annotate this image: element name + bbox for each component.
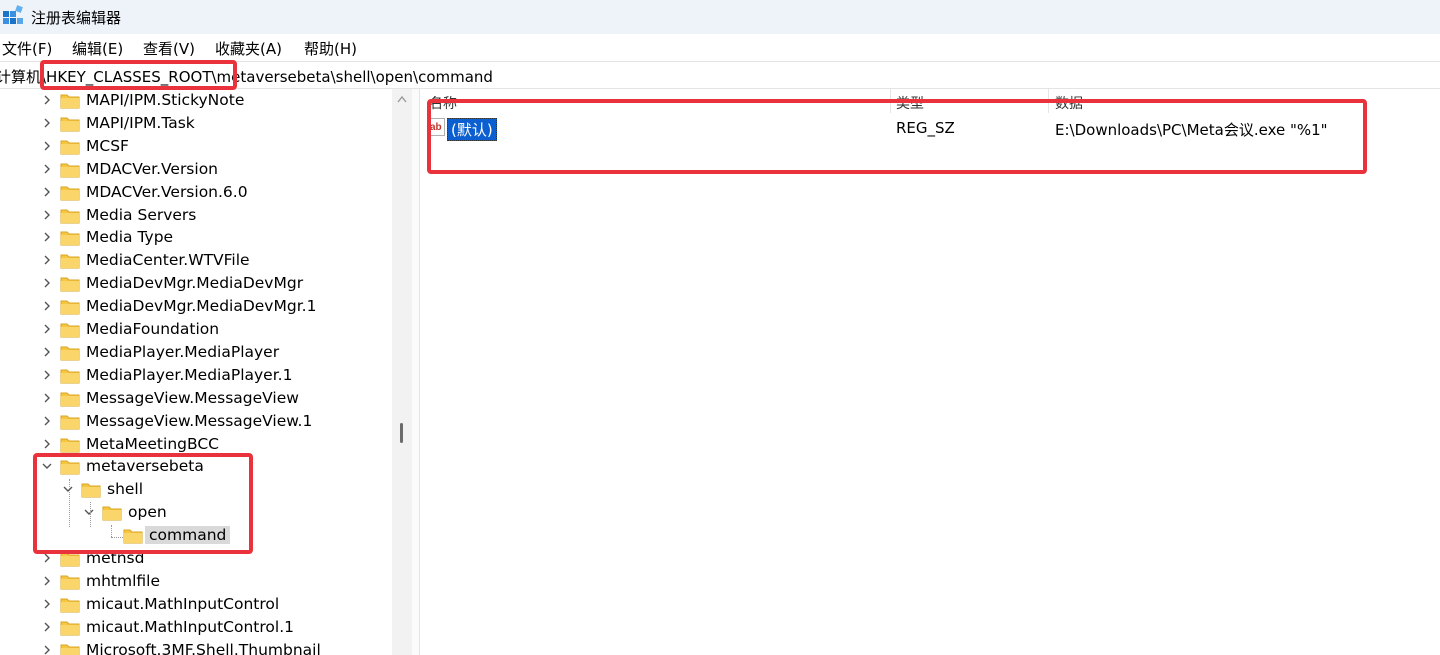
title-bar: 注册表编辑器 <box>0 0 1440 34</box>
tree-item-label[interactable]: MessageView.MessageView.1 <box>86 412 312 430</box>
tree-item-label[interactable]: MediaFoundation <box>86 320 219 338</box>
folder-icon <box>60 392 80 407</box>
chevron-right-icon[interactable] <box>40 391 54 405</box>
chevron-right-icon[interactable] <box>40 368 54 382</box>
folder-icon <box>60 369 80 384</box>
tree-scroll-thumb[interactable] <box>400 423 403 443</box>
tree-item-label[interactable]: MediaCenter.WTVFile <box>86 251 250 269</box>
tree-item[interactable]: MAPI/IPM.StickyNote <box>0 90 392 113</box>
folder-icon <box>60 621 80 636</box>
folder-icon <box>60 438 80 452</box>
tree-item-label[interactable]: mhtmlfile <box>86 572 160 590</box>
chevron-right-icon[interactable] <box>40 345 54 359</box>
chevron-right-icon[interactable] <box>40 230 54 244</box>
folder-icon <box>60 575 80 590</box>
tree-item-label[interactable]: MetaMeetingBCC <box>86 435 219 453</box>
tree-item[interactable]: MediaCenter.WTVFile <box>0 250 392 273</box>
tree-item-label[interactable]: MediaPlayer.MediaPlayer.1 <box>86 366 292 384</box>
menu-file[interactable]: 文件(F) <box>2 38 52 59</box>
chevron-right-icon[interactable] <box>40 93 54 107</box>
chevron-right-icon[interactable] <box>40 299 54 313</box>
folder-icon <box>60 644 80 655</box>
chevron-right-icon[interactable] <box>40 574 54 588</box>
tree-scrollbar[interactable] <box>392 89 412 655</box>
tree-item[interactable]: MessageView.MessageView.1 <box>0 411 392 434</box>
folder-icon <box>60 254 80 269</box>
chevron-right-icon[interactable] <box>40 162 54 176</box>
folder-icon <box>60 163 80 178</box>
tree-item[interactable]: mhtmlfile <box>0 571 392 594</box>
folder-icon <box>60 94 80 109</box>
tree-item-label[interactable]: MAPI/IPM.StickyNote <box>86 91 244 109</box>
chevron-right-icon[interactable] <box>40 437 54 451</box>
highlight-key-path <box>33 453 253 554</box>
tree-item[interactable]: MediaPlayer.MediaPlayer <box>0 342 392 365</box>
tree-item-label[interactable]: Media Servers <box>86 206 196 224</box>
chevron-right-icon[interactable] <box>40 116 54 130</box>
chevron-right-icon[interactable] <box>40 322 54 336</box>
chevron-right-icon[interactable] <box>40 597 54 611</box>
tree-item-label[interactable]: MAPI/IPM.Task <box>86 114 195 132</box>
folder-icon <box>60 231 80 246</box>
menu-view[interactable]: 查看(V) <box>143 38 195 59</box>
tree-item[interactable]: Media Servers <box>0 205 392 228</box>
folder-icon <box>60 140 80 155</box>
folder-icon <box>60 300 80 315</box>
menu-help[interactable]: 帮助(H) <box>304 38 357 59</box>
key-tree: MAPI/IPM.StickyNote MAPI/IPM.Task MCSF MDAC… <box>0 89 412 655</box>
tree-item[interactable]: MediaPlayer.MediaPlayer.1 <box>0 365 392 388</box>
tree-item-label[interactable]: MessageView.MessageView <box>86 389 299 407</box>
chevron-right-icon[interactable] <box>40 139 54 153</box>
folder-icon <box>60 117 80 132</box>
chevron-right-icon[interactable] <box>40 208 54 222</box>
chevron-right-icon[interactable] <box>40 253 54 267</box>
tree-item-label[interactable]: micaut.MathInputControl <box>86 595 279 613</box>
tree-item[interactable]: MediaDevMgr.MediaDevMgr.1 <box>0 296 392 319</box>
highlight-value-row <box>427 99 1367 174</box>
tree-item[interactable]: MDACVer.Version <box>0 159 392 182</box>
menu-bar: 文件(F) 编辑(E) 查看(V) 收藏夹(A) 帮助(H) <box>0 34 1440 61</box>
tree-item-label[interactable]: MediaDevMgr.MediaDevMgr <box>86 274 303 292</box>
tree-item-label[interactable]: micaut.MathInputControl.1 <box>86 618 294 636</box>
tree-item[interactable]: MCSF <box>0 136 392 159</box>
tree-item[interactable]: MessageView.MessageView <box>0 388 392 411</box>
tree-item-label[interactable]: MediaDevMgr.MediaDevMgr.1 <box>86 297 316 315</box>
tree-item[interactable]: micaut.MathInputControl.1 <box>0 617 392 640</box>
tree-item[interactable]: Microsoft.3MF.Shell.Thumbnail <box>0 640 392 655</box>
folder-icon <box>60 598 80 613</box>
tree-item[interactable]: MDACVer.Version.6.0 <box>0 182 392 205</box>
folder-icon <box>60 346 80 361</box>
tree-item[interactable]: MAPI/IPM.Task <box>0 113 392 136</box>
scroll-up-icon[interactable] <box>397 95 407 103</box>
tree-item-label[interactable]: Microsoft.3MF.Shell.Thumbnail <box>86 641 321 655</box>
tree-item[interactable]: MediaFoundation <box>0 319 392 342</box>
chevron-right-icon[interactable] <box>40 643 54 655</box>
folder-icon <box>60 209 80 223</box>
tree-item[interactable]: MediaDevMgr.MediaDevMgr <box>0 273 392 296</box>
tree-item[interactable]: Media Type <box>0 227 392 250</box>
chevron-right-icon[interactable] <box>40 414 54 428</box>
pane-splitter[interactable] <box>412 89 420 655</box>
tree-item-label[interactable]: MDACVer.Version <box>86 160 218 178</box>
window-title: 注册表编辑器 <box>31 9 122 27</box>
menu-edit[interactable]: 编辑(E) <box>72 38 123 59</box>
chevron-right-icon[interactable] <box>40 276 54 290</box>
chevron-right-icon[interactable] <box>40 620 54 634</box>
folder-icon <box>60 323 80 338</box>
chevron-right-icon[interactable] <box>40 185 54 199</box>
tree-item-label[interactable]: MCSF <box>86 137 129 155</box>
folder-icon <box>60 415 80 430</box>
tree-item[interactable]: micaut.MathInputControl <box>0 594 392 617</box>
menu-favorites[interactable]: 收藏夹(A) <box>215 38 282 59</box>
highlight-root-key <box>40 60 237 90</box>
registry-editor-icon <box>3 5 23 24</box>
tree-item-label[interactable]: MDACVer.Version.6.0 <box>86 183 248 201</box>
tree-item-label[interactable]: Media Type <box>86 228 173 246</box>
tree-item-label[interactable]: MediaPlayer.MediaPlayer <box>86 343 279 361</box>
folder-icon <box>60 186 80 201</box>
folder-icon <box>60 277 80 292</box>
